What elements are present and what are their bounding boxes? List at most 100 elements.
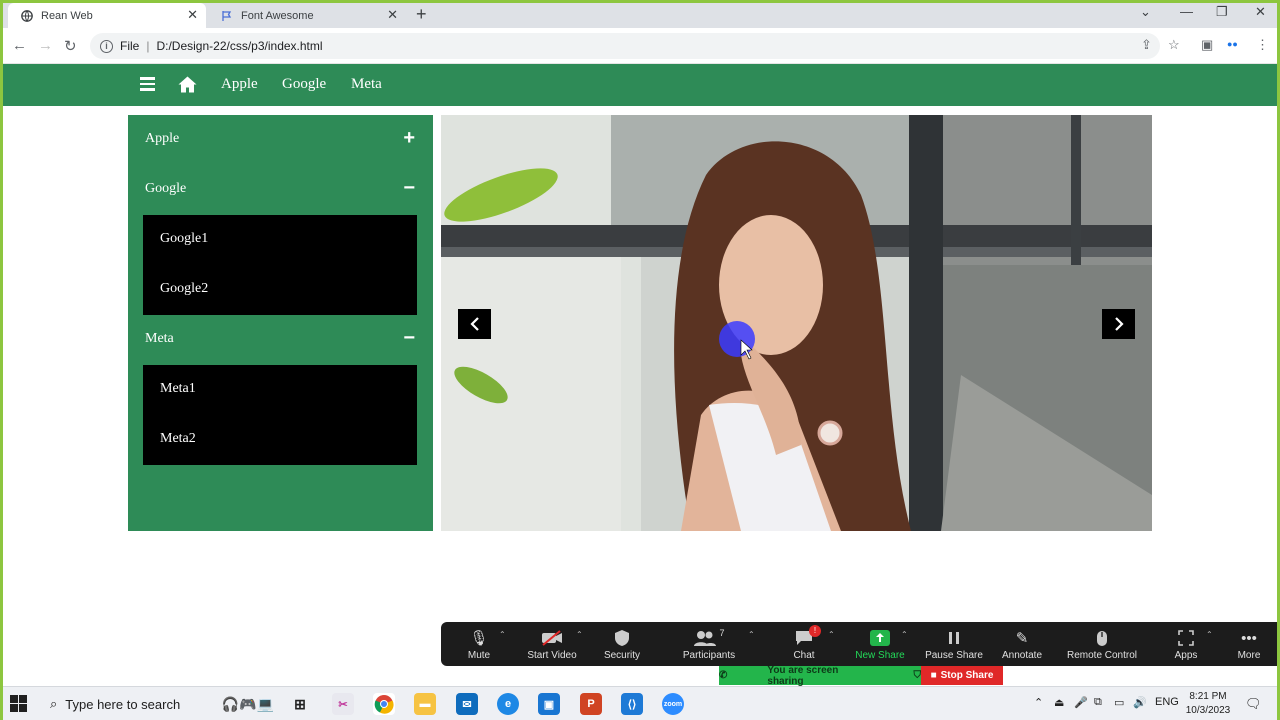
chevron-up-icon[interactable]: ⌃	[901, 630, 908, 639]
maximize-icon[interactable]: ❐	[1216, 4, 1228, 20]
chevron-up-icon[interactable]: ⌃	[499, 630, 506, 639]
chevron-down-icon[interactable]: ⌄	[1140, 4, 1151, 20]
share-page-icon[interactable]: ⇪	[1141, 37, 1152, 53]
menu-dots-icon[interactable]: ⋮	[1256, 37, 1269, 53]
zoom-app-icon[interactable]: zoom	[662, 693, 684, 715]
close-window-icon[interactable]: ✕	[1255, 4, 1266, 20]
more-button[interactable]: ••• More	[1209, 628, 1280, 662]
list-item[interactable]: Google2	[160, 281, 208, 297]
shield-check-icon: ⛉	[913, 670, 922, 681]
image-slider	[441, 115, 1152, 531]
chevron-up-icon[interactable]: ⌃	[828, 630, 835, 639]
file-explorer-icon[interactable]: ▬	[414, 693, 436, 715]
volume-icon[interactable]: 🔊	[1133, 696, 1147, 709]
notifications-icon[interactable]: 🗨	[1245, 696, 1262, 712]
accordion-header-google[interactable]: Google −	[128, 165, 433, 215]
chevron-left-icon	[469, 317, 479, 331]
accordion-header-apple[interactable]: Apple +	[128, 115, 433, 165]
plus-icon[interactable]: +	[403, 126, 415, 150]
button-label: Annotate	[1001, 650, 1043, 661]
microphone-tray-icon[interactable]: 🎤	[1074, 696, 1088, 709]
language-indicator[interactable]: ENG	[1155, 696, 1179, 708]
snip-tool-icon[interactable]: ✂	[332, 693, 354, 715]
edge-icon[interactable]: e	[497, 693, 519, 715]
tab-rean-web[interactable]: Rean Web ✕	[8, 3, 206, 28]
button-label: Participants	[682, 650, 736, 661]
button-label: Chat	[793, 650, 815, 661]
forward-icon[interactable]: →	[38, 37, 53, 54]
mail-icon[interactable]: ✉	[456, 693, 478, 715]
browser-toolbar: ← → ↻ i File | D:/Design-22/css/p3/index…	[0, 28, 1280, 64]
search-placeholder: Type here to search	[65, 696, 181, 712]
tab-title: Font Awesome	[241, 9, 314, 22]
task-view-icon[interactable]: ⊞	[289, 693, 311, 715]
slider-prev-button[interactable]	[458, 309, 491, 339]
store-icon[interactable]: ▣	[538, 693, 560, 715]
close-icon[interactable]: ✕	[387, 7, 398, 23]
slide-photo	[441, 115, 1152, 531]
windows-taskbar: ⌕ Type here to search 🎧🎮💻 ⊞ ✂ ▬ ✉ e ▣ P …	[0, 686, 1280, 720]
list-item[interactable]: Meta1	[160, 381, 196, 397]
system-clock[interactable]: 8:21 PM 10/3/2023	[1182, 690, 1234, 718]
stop-icon: ■	[930, 670, 937, 681]
button-label: New Share	[855, 650, 905, 661]
participants-button[interactable]: 7 Participants	[669, 628, 749, 661]
tab-font-awesome[interactable]: Font Awesome ✕	[208, 3, 406, 28]
powerpoint-icon[interactable]: P	[580, 693, 602, 715]
tray-chevron-up-icon[interactable]: ⌃	[1034, 696, 1043, 709]
mouse-icon	[1062, 628, 1142, 648]
accordion-header-meta[interactable]: Meta −	[128, 315, 433, 365]
security-button[interactable]: Security	[582, 628, 662, 661]
taskbar-search[interactable]: ⌕ Type here to search	[50, 696, 180, 712]
notification-app-icon[interactable]: ⧉	[1094, 696, 1102, 709]
button-label: Security	[603, 650, 641, 661]
phone-icon: ✆	[719, 670, 728, 681]
nav-link-meta[interactable]: Meta	[351, 76, 382, 93]
battery-icon[interactable]: ▭	[1114, 696, 1124, 709]
minimize-icon[interactable]: —	[1180, 4, 1193, 19]
home-icon[interactable]	[178, 76, 197, 93]
back-icon[interactable]: ←	[12, 37, 27, 54]
search-icon: ⌕	[50, 696, 58, 711]
hamburger-menu-icon[interactable]	[140, 77, 155, 91]
minus-icon[interactable]: −	[403, 326, 415, 350]
info-icon[interactable]: i	[100, 39, 113, 53]
annotate-button[interactable]: ✎ Annotate	[982, 628, 1062, 661]
stop-share-button[interactable]: ■ Stop Share	[921, 666, 1003, 685]
accordion-panel-google: Google1 Google2	[143, 215, 417, 315]
side-panel-icon[interactable]: ▣	[1201, 37, 1213, 53]
button-label: Start Video	[527, 650, 577, 661]
pencil-icon: ✎	[1015, 630, 1029, 647]
chat-badge: !	[809, 625, 821, 637]
bookmark-star-icon[interactable]: ☆	[1168, 37, 1180, 53]
list-item[interactable]: Google1	[160, 231, 208, 247]
more-icon: •••	[1241, 629, 1257, 647]
reload-icon[interactable]: ↻	[64, 37, 77, 55]
list-item[interactable]: Meta2	[160, 431, 196, 447]
sidebar-accordion: Apple + Google − Google1 Google2 Meta − …	[128, 115, 433, 531]
shield-icon	[582, 628, 662, 648]
windows-start-icon[interactable]	[10, 695, 27, 712]
new-tab-icon[interactable]: +	[416, 4, 427, 25]
minus-icon[interactable]: −	[403, 176, 415, 200]
chrome-icon[interactable]	[373, 693, 395, 715]
search-highlight-icon[interactable]: 🎧🎮💻	[218, 693, 278, 715]
extension-icon[interactable]: ●●	[1227, 39, 1238, 49]
clock-time: 8:21 PM	[1189, 691, 1227, 702]
chevron-up-icon[interactable]: ⌃	[748, 630, 755, 639]
remote-control-button[interactable]: Remote Control	[1062, 628, 1142, 661]
slider-next-button[interactable]	[1102, 309, 1135, 339]
stop-share-label: Stop Share	[940, 670, 994, 681]
close-icon[interactable]: ✕	[187, 7, 198, 23]
mute-button[interactable]: 🎙 Mute	[439, 628, 519, 661]
url-text[interactable]: D:/Design-22/css/p3/index.html	[156, 39, 322, 53]
button-label: More	[1237, 650, 1261, 661]
scheme-label: File	[120, 39, 140, 53]
new-share-button[interactable]: New Share	[840, 628, 920, 661]
nav-link-apple[interactable]: Apple	[221, 76, 258, 93]
accordion-label: Apple	[145, 131, 180, 146]
vscode-icon[interactable]: ⟨⟩	[621, 693, 643, 715]
nav-link-google[interactable]: Google	[282, 76, 326, 93]
usb-icon[interactable]: ⏏	[1054, 696, 1064, 709]
address-bar[interactable]: i File | D:/Design-22/css/p3/index.html	[90, 33, 1160, 59]
